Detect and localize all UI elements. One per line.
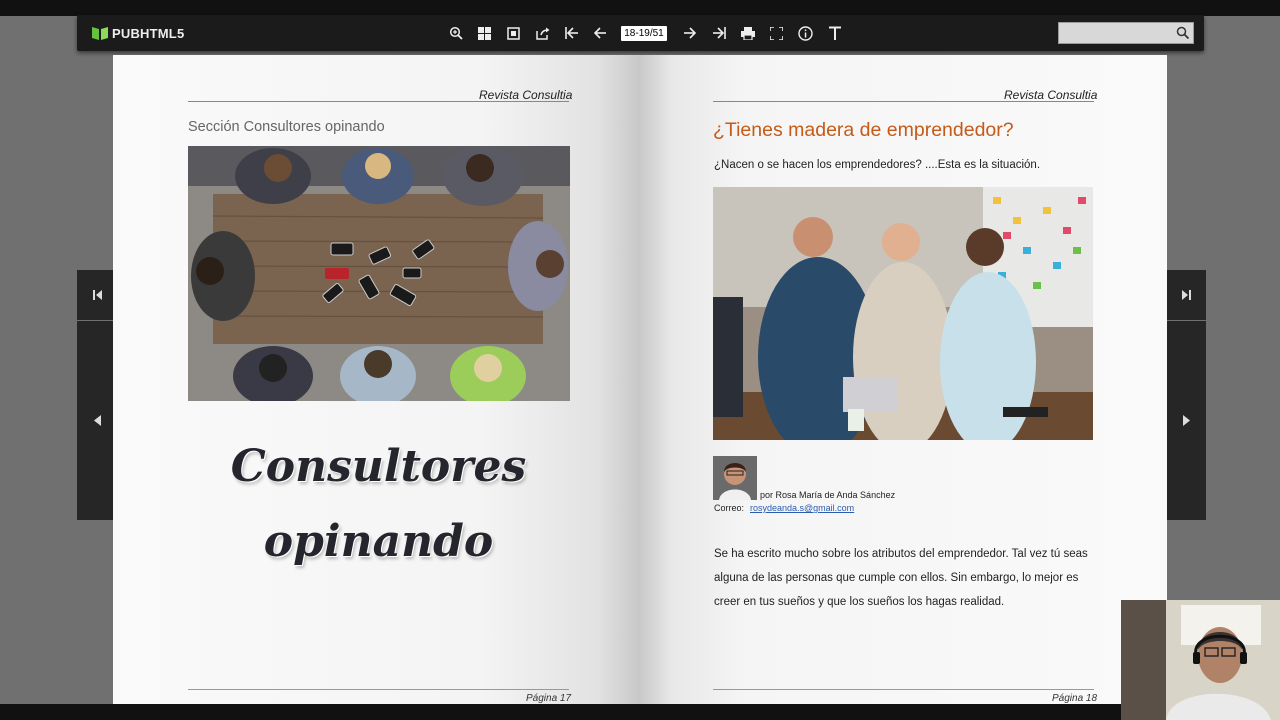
next-page-side-button[interactable] xyxy=(1166,321,1206,520)
bottom-frame-bar xyxy=(0,704,1280,720)
page-indicator[interactable]: 18-19/51 xyxy=(621,25,667,41)
right-page-header: Revista Consultia xyxy=(1004,88,1098,102)
entrepreneurs-photo xyxy=(713,187,1093,440)
last-page-side-button[interactable] xyxy=(1166,270,1206,320)
previous-page-side-button[interactable] xyxy=(77,321,117,520)
right-footer-rule xyxy=(713,689,1094,690)
left-footer-rule xyxy=(188,689,569,690)
search-icon[interactable] xyxy=(1176,26,1190,44)
left-header-rule xyxy=(188,101,569,102)
meeting-table-photo xyxy=(188,146,570,401)
top-frame-bar xyxy=(0,0,1280,16)
thumbnails-icon[interactable] xyxy=(470,21,499,45)
first-page-side-icon xyxy=(92,290,102,300)
author-avatar xyxy=(713,456,757,500)
next-page-icon[interactable] xyxy=(675,21,704,45)
right-header-rule xyxy=(713,101,1094,102)
text-icon[interactable] xyxy=(820,21,849,45)
info-icon[interactable] xyxy=(791,21,820,45)
article-subtitle: ¿Nacen o se hacen los emprendedores? ...… xyxy=(714,159,1041,171)
first-page-side-button[interactable] xyxy=(77,270,117,320)
single-page-icon[interactable] xyxy=(499,21,528,45)
flipbook-spread: Revista Consultia Sección Consultores op… xyxy=(113,55,1167,705)
share-icon[interactable] xyxy=(528,21,557,45)
book-logo-icon xyxy=(92,27,108,40)
section-title: Sección Consultores opinando xyxy=(188,119,385,135)
fullscreen-icon[interactable] xyxy=(762,21,791,45)
article-body: Se ha escrito mucho sobre los atributos … xyxy=(714,548,1088,608)
last-page-icon[interactable] xyxy=(704,21,733,45)
print-icon[interactable] xyxy=(733,21,762,45)
reader-toolbar: PUBHTML5 18-19/51 xyxy=(77,15,1204,51)
left-page-number: Página 17 xyxy=(526,693,572,704)
zoom-in-icon[interactable] xyxy=(441,21,470,45)
first-page-icon[interactable] xyxy=(557,21,586,45)
left-page-header: Revista Consultia xyxy=(479,88,573,102)
right-page[interactable]: Revista Consultia ¿Tienes madera de empr… xyxy=(640,55,1167,705)
article-title: ¿Tienes madera de emprendedor? xyxy=(713,119,1014,141)
left-page[interactable]: Revista Consultia Sección Consultores op… xyxy=(113,55,640,705)
pubhtml5-logo: PUBHTML5 xyxy=(91,24,184,42)
author-email-link[interactable]: rosydeanda.s@gmail.com xyxy=(750,503,854,513)
caret-left-icon xyxy=(93,415,101,426)
search-input[interactable] xyxy=(1059,23,1169,43)
last-page-side-icon xyxy=(1181,290,1191,300)
presenter-webcam-overlay xyxy=(1121,600,1280,720)
author-byline: por Rosa María de Anda Sánchez xyxy=(760,490,896,500)
caret-right-icon xyxy=(1182,415,1190,426)
logo-text: PUBHTML5 xyxy=(112,25,185,41)
opinando-title: opinando xyxy=(263,516,494,567)
right-page-number: Página 18 xyxy=(1052,693,1098,704)
search-box xyxy=(1058,22,1194,44)
email-label: Correo: xyxy=(714,503,745,513)
consultores-title: Consultores xyxy=(230,441,527,492)
toolbar-tools: 18-19/51 xyxy=(441,21,849,45)
previous-page-icon[interactable] xyxy=(586,21,615,45)
